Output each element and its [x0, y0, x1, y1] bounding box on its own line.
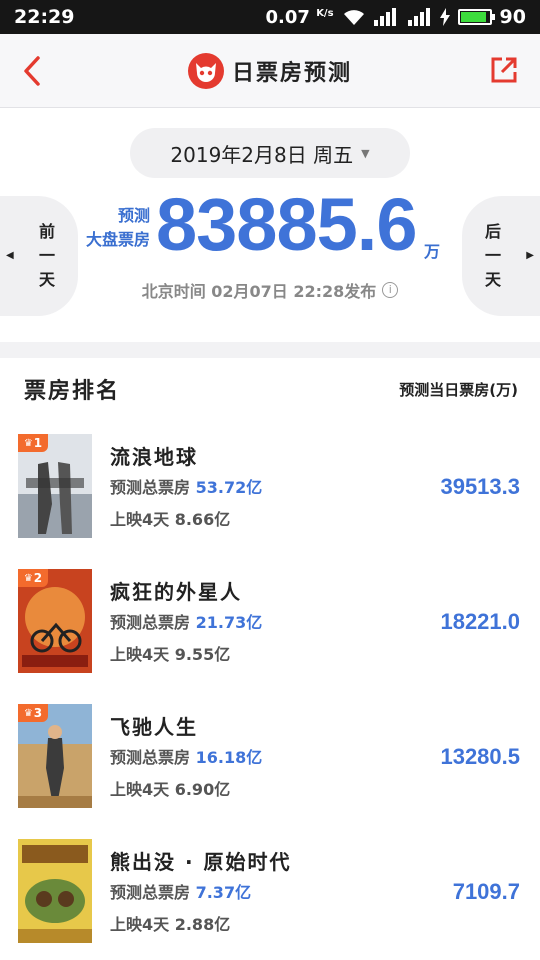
movie-row[interactable]: ♛ 1 流浪地球 预测总票房 53.72亿 上映4天 8.66亿 39513.3 [0, 420, 540, 555]
movie-list: ♛1 流浪地球 预测总票房 53.72亿 上映4天 8.66亿 39513.3 [0, 420, 540, 960]
page-title: 日票房预测 [231, 60, 352, 86]
movie-poster: ♛ 3 [18, 704, 92, 808]
movie-title: 飞驰人生 [110, 715, 198, 739]
release-info: 北京时间 02月07日 22:28发布 i [0, 278, 540, 302]
rank-badge: ♛ 3 [18, 704, 48, 722]
movie-gross-line: 上映4天 9.55亿 [110, 639, 262, 671]
movie-poster: ♛ 1 [18, 434, 92, 538]
movie-total-line: 预测总票房 16.18亿 [110, 742, 262, 774]
app-header: 日票房预测 [0, 34, 540, 108]
movie-row[interactable]: ♛ 2 疯狂的外星人 预测总票房 21.73亿 上映4天 9.55亿 18221.… [0, 555, 540, 690]
movie-gross: 6.90亿 [174, 780, 231, 799]
back-button[interactable] [18, 54, 48, 88]
total-label: 预测总票房 [110, 478, 191, 497]
net-speed: 0.07 K/s [265, 7, 333, 28]
battery-fill [460, 12, 486, 22]
movie-daily-value: 7109.7 [452, 879, 520, 904]
right-arrow-icon: ▶ [526, 250, 534, 261]
date-selector[interactable]: 2019年2月8日 周五 ▼ [130, 128, 410, 178]
ranking-column-label: 预测当日票房(万) [399, 380, 518, 399]
movie-daily-value: 18221.0 [440, 609, 520, 634]
predict-label-line-2: 大盘票房 [85, 230, 150, 249]
bolt-icon [439, 8, 450, 26]
total-label: 预测总票房 [110, 883, 191, 902]
left-arrow-icon: ◀ [6, 250, 14, 261]
next-day-char: 后 [484, 222, 501, 241]
movie-gross: 2.88亿 [174, 915, 231, 934]
movie-total: 16.18亿 [195, 748, 263, 767]
total-box-office: 83885.6 [156, 183, 417, 266]
movie-poster: ♛ 2 [18, 569, 92, 673]
header-title-group: 日票房预测 [187, 52, 352, 89]
crown-icon: ♛ [23, 437, 33, 449]
movie-title: 流浪地球 [110, 445, 198, 469]
rank-number: 1 [33, 436, 43, 450]
movie-gross-line: 上映4天 6.90亿 [110, 774, 262, 806]
prev-day-char: 一 [38, 246, 55, 265]
battery-icon [457, 9, 495, 25]
crown-icon: ♛ [23, 707, 33, 719]
movie-poster [18, 839, 92, 943]
summary-panel: 2019年2月8日 周五 ▼ ◀ 前 一 天 预测 大盘票房 83885.6 万… [0, 108, 540, 342]
movie-total-line: 预测总票房 53.72亿 [110, 472, 262, 504]
movie-row[interactable]: ♛ 3 飞驰人生 预测总票房 16.18亿 上映4天 6.90亿 13280.5 [0, 690, 540, 825]
date-label: 2019年2月8日 周五 [170, 142, 354, 167]
movie-gross: 8.66亿 [174, 510, 231, 529]
release-text: 北京时间 02月07日 22:28发布 [141, 282, 377, 301]
movie-info: 飞驰人生 预测总票房 16.18亿 上映4天 6.90亿 [110, 712, 262, 806]
signal-icon [373, 8, 400, 26]
movie-title: 疯狂的外星人 [110, 580, 242, 604]
rank-number: 2 [33, 571, 43, 585]
movie-row[interactable]: 熊出没 · 原始时代 预测总票房 7.37亿 上映4天 2.88亿 7109.7 [0, 825, 540, 960]
total-label: 预测总票房 [110, 613, 191, 632]
movie-daily-value: 13280.5 [440, 744, 520, 769]
movie-total: 53.72亿 [195, 478, 263, 497]
movie-daily-value: 39513.3 [440, 474, 520, 499]
total-unit: 万 [424, 242, 441, 261]
predict-label: 预测 大盘票房 [72, 204, 150, 252]
movie-title: 熊出没 · 原始时代 [110, 850, 292, 874]
share-button[interactable] [488, 54, 520, 86]
caret-down-icon: ▼ [361, 146, 370, 160]
movie-days: 上映4天 [110, 510, 170, 529]
predict-label-line-1: 预测 [117, 206, 150, 225]
ranking-panel: 票房排名 预测当日票房(万) ♛ 1 流浪地球 预测总票房 53.72亿 上映4天… [0, 358, 540, 960]
movie-info: 流浪地球 预测总票房 53.72亿 上映4天 8.66亿 [110, 442, 262, 536]
movie-total-line: 预测总票房 7.37亿 [110, 877, 292, 909]
movie-days: 上映4天 [110, 915, 170, 934]
rank-badge: ♛ 1 [18, 434, 48, 452]
status-indicators: 0.07 K/s 90 [265, 6, 526, 28]
movie-gross: 9.55亿 [174, 645, 231, 664]
movie-gross-line: 上映4天 8.66亿 [110, 504, 262, 536]
total-label: 预测总票房 [110, 748, 191, 767]
rank-number: 3 [33, 706, 43, 720]
share-icon [491, 57, 517, 83]
crown-icon: ♛ [23, 572, 33, 584]
prev-day-char: 前 [38, 222, 55, 241]
info-icon[interactable]: i [382, 282, 399, 298]
status-time: 22:29 [14, 6, 75, 28]
next-day-char: 一 [484, 246, 501, 265]
cat-logo-icon [187, 52, 224, 89]
movie-info: 熊出没 · 原始时代 预测总票房 7.37亿 上映4天 2.88亿 [110, 847, 292, 941]
net-speed-unit: K/s [316, 7, 334, 19]
wifi-icon [342, 8, 366, 26]
net-speed-value: 0.07 [265, 6, 310, 28]
rank-badge: ♛ 2 [18, 569, 48, 587]
movie-gross-line: 上映4天 2.88亿 [110, 909, 292, 941]
movie-total: 21.73亿 [195, 613, 263, 632]
movie-total-line: 预测总票房 21.73亿 [110, 607, 262, 639]
ranking-title: 票房排名 [24, 379, 121, 404]
ranking-header: 票房排名 预测当日票房(万) [0, 358, 540, 420]
movie-info: 疯狂的外星人 预测总票房 21.73亿 上映4天 9.55亿 [110, 577, 262, 671]
battery-percent: 90 [499, 6, 526, 28]
back-arrow-icon [24, 56, 40, 86]
signal-icon-2 [407, 8, 432, 26]
status-bar: 22:29 0.07 K/s 90 [0, 0, 540, 34]
movie-days: 上映4天 [110, 780, 170, 799]
movie-total: 7.37亿 [195, 883, 252, 902]
movie-days: 上映4天 [110, 645, 170, 664]
